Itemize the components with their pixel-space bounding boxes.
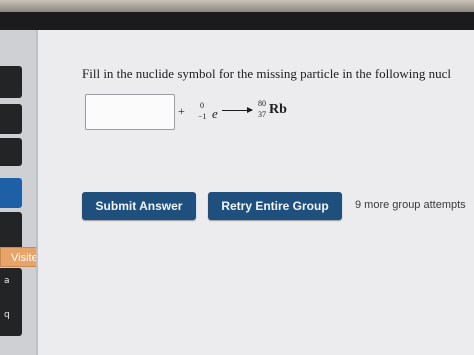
- sidebar-tab[interactable]: q: [0, 296, 22, 336]
- plus-sign: +: [178, 104, 185, 118]
- sidebar-glyph: q: [4, 310, 10, 320]
- electron-atomic-number: −1: [198, 112, 207, 121]
- question-text: Fill in the nuclide symbol for the missi…: [82, 66, 452, 81]
- top-bar: [0, 12, 474, 30]
- question-sidebar: a q: [0, 30, 36, 355]
- reaction-arrow-icon: [222, 107, 253, 113]
- electron-mass-number: 0: [200, 101, 204, 110]
- submit-answer-button[interactable]: Submit Answer: [82, 192, 196, 220]
- electron-symbol: e: [212, 106, 218, 121]
- question-panel: Fill in the nuclide symbol for the missi…: [36, 30, 474, 355]
- attempts-remaining: 9 more group attempts: [355, 199, 466, 211]
- product-symbol: Rb: [269, 102, 287, 117]
- sidebar-tab[interactable]: [0, 212, 22, 252]
- retry-group-button[interactable]: Retry Entire Group: [208, 192, 342, 220]
- product-mass-number: 80: [258, 99, 266, 108]
- sidebar-tab[interactable]: [0, 104, 22, 134]
- nuclide-answer-input[interactable]: [85, 94, 175, 130]
- product-atomic-number: 37: [258, 110, 266, 119]
- sidebar-glyph: a: [4, 276, 10, 286]
- sidebar-tab-active[interactable]: [0, 178, 22, 208]
- monitor-bezel: [0, 0, 474, 12]
- sidebar-tab[interactable]: [0, 138, 22, 166]
- sidebar-tab[interactable]: [0, 66, 22, 98]
